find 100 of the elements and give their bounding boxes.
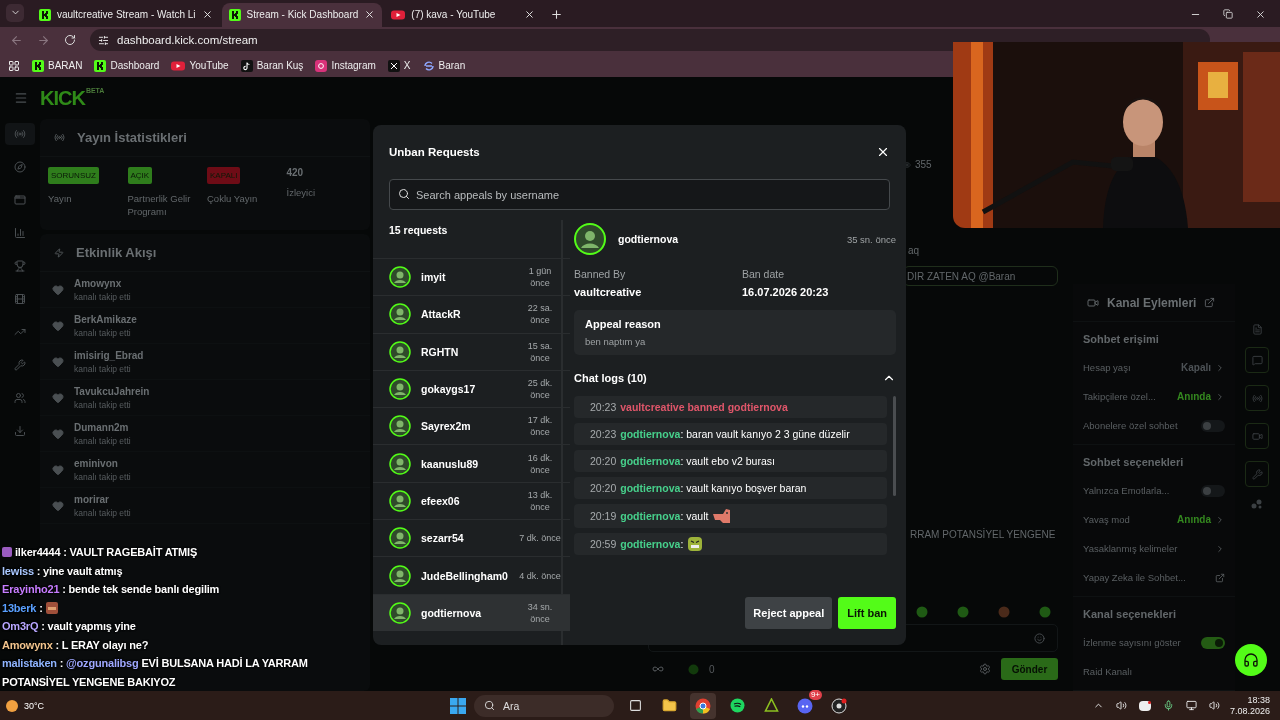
setting-label: İzlenme sayısını göster xyxy=(1083,637,1182,649)
close-button[interactable] xyxy=(876,145,890,159)
setting-label: Yasaklanmış kelimeler xyxy=(1083,543,1179,555)
emote-icon[interactable] xyxy=(916,606,928,619)
emote-icon[interactable] xyxy=(998,606,1010,619)
request-item[interactable]: AttackR 22 sa. önce xyxy=(373,295,570,333)
taskbar-search[interactable]: Ara xyxy=(474,694,614,717)
broadcast-button[interactable] xyxy=(1245,385,1269,412)
taskbar-clock[interactable]: 18:38 7.08.2026 xyxy=(1229,694,1270,717)
request-item[interactable]: kaanuslu89 16 dk. önce xyxy=(373,444,570,482)
search-field[interactable]: Search appeals by username xyxy=(389,179,890,210)
emote-icon[interactable] xyxy=(957,606,969,619)
restore-icon[interactable] xyxy=(1223,9,1233,19)
request-time: 7 dk. önce xyxy=(518,532,562,545)
user-avatar xyxy=(389,266,411,289)
close-icon[interactable] xyxy=(1255,9,1266,20)
request-item[interactable]: RGHTN 15 sa. önce xyxy=(373,332,570,370)
browser-tab[interactable]: vaultcreative Stream - Watch Li xyxy=(32,3,220,27)
close-icon[interactable] xyxy=(364,9,376,21)
bookmark[interactable]: X xyxy=(387,59,411,72)
coin-count: 0 xyxy=(709,663,715,675)
chevron-right-icon[interactable] xyxy=(1215,391,1225,402)
status-badge: AÇIK xyxy=(127,167,153,185)
chat-app-icon xyxy=(797,697,813,714)
folder-icon xyxy=(661,698,677,714)
overlay-chat-message: Erayinho21 : bende tek sende banlı degilim xyxy=(2,582,220,597)
apps-icon[interactable] xyxy=(8,59,20,72)
search-icon xyxy=(398,188,410,200)
speaker-icon[interactable] xyxy=(1115,700,1127,712)
close-icon[interactable] xyxy=(524,9,536,21)
sidebar-button[interactable] xyxy=(5,123,35,146)
forward-icon[interactable] xyxy=(37,33,50,47)
bookmark[interactable]: Baran Kuş xyxy=(240,59,304,72)
log-message: 20:20 godtiernova: vault kanıyo boşver baran xyxy=(590,481,807,496)
bookmark[interactable]: YouTube xyxy=(171,59,229,72)
toggle-switch[interactable] xyxy=(1201,484,1225,497)
reload-icon[interactable] xyxy=(64,34,76,47)
event-text: kanalı takip etti xyxy=(74,471,131,482)
microphone-icon[interactable] xyxy=(1162,700,1174,712)
discord-tray-icon[interactable] xyxy=(1138,700,1151,711)
site-settings-icon[interactable] xyxy=(98,34,109,46)
dots-icon[interactable] xyxy=(1251,499,1263,510)
kick-logo-icon xyxy=(94,59,107,72)
request-item[interactable]: gokaygs17 25 dk. önce xyxy=(373,369,570,408)
user-avatar xyxy=(389,601,411,624)
chat-message: aq xyxy=(908,245,920,257)
request-item[interactable]: Sayrex2m 17 dk. önce xyxy=(373,407,570,445)
request-item[interactable]: JudeBellingham0 4 dk. önce xyxy=(373,556,570,594)
request-item[interactable]: sezarr54 7 dk. önce xyxy=(373,519,570,557)
close-icon[interactable] xyxy=(201,9,213,21)
chevron-right-icon[interactable] xyxy=(1215,543,1225,554)
windows-start-icon[interactable] xyxy=(450,697,466,714)
chevron-right-icon[interactable] xyxy=(1215,514,1225,525)
setting-value: Kapalı xyxy=(1181,362,1211,374)
emote-icon[interactable] xyxy=(1039,606,1051,619)
network-icon[interactable] xyxy=(1185,700,1197,712)
external-link-icon[interactable] xyxy=(1215,572,1225,583)
reject-appeal-button[interactable]: Reject appeal xyxy=(745,597,833,629)
request-item[interactable]: imyit 1 gün önce xyxy=(373,258,570,296)
camera-button[interactable] xyxy=(1245,423,1269,450)
settings-icon[interactable] xyxy=(979,663,991,676)
request-item[interactable]: efeex06 13 dk. önce xyxy=(373,481,570,520)
field-label: Ban date xyxy=(742,268,786,280)
tab-list-button[interactable] xyxy=(6,4,24,22)
wrench-button[interactable] xyxy=(1245,461,1269,488)
card-title: Yayın İstatistikleri xyxy=(77,130,187,146)
toggle-switch[interactable] xyxy=(1201,636,1225,649)
username: efeex06 xyxy=(421,494,461,507)
toggle-switch[interactable] xyxy=(1201,419,1225,432)
viewer-count: 355 xyxy=(915,159,932,171)
browser-tab[interactable]: (7) kava - YouTube xyxy=(384,3,543,27)
volume-icon[interactable] xyxy=(1208,700,1220,712)
chevron-right-icon[interactable] xyxy=(1215,362,1225,373)
address-bar[interactable]: dashboard.kick.com/stream xyxy=(90,29,1210,52)
overlay-chat-message: lewiss : yine vault atmış xyxy=(2,563,123,579)
popout-icon[interactable] xyxy=(1204,297,1216,309)
document-icon[interactable] xyxy=(1251,324,1263,336)
back-icon[interactable] xyxy=(10,33,23,47)
username: Sayrex2m xyxy=(421,420,472,433)
music-note-icon xyxy=(240,59,253,72)
lift-ban-button[interactable]: Lift ban xyxy=(838,597,896,629)
chat-logs-title: Chat logs (10) xyxy=(574,372,647,384)
chat-message: RRAM POTANSİYEL YENGENE xyxy=(910,529,1056,541)
bookmark[interactable]: BARAN xyxy=(32,59,83,72)
request-item[interactable]: godtiernova 34 sn. önce xyxy=(373,593,570,631)
chrome-button[interactable] xyxy=(690,692,716,719)
emoji-icon[interactable] xyxy=(1034,632,1045,644)
music-app-icon xyxy=(729,698,745,714)
reason-title: Appeal reason xyxy=(585,318,662,330)
overlay-chat-message: malistaken : @ozgunalibsg EVİ BULSANA HADİ LA YARRAM POTANSİYEL YENGENE BAKIYOZ xyxy=(2,656,309,690)
broadcast-icon xyxy=(1251,392,1263,404)
username: gokaygs17 xyxy=(421,383,477,396)
bookmark[interactable]: Dashboard xyxy=(94,59,160,72)
chat-button[interactable] xyxy=(1245,347,1269,374)
bookmark[interactable]: Instagram xyxy=(315,59,376,72)
user-avatar xyxy=(389,489,411,512)
bookmark[interactable]: Baran xyxy=(422,59,466,72)
browser-tab[interactable]: Stream - Kick Dashboard xyxy=(221,3,383,27)
menu-icon[interactable] xyxy=(14,91,28,106)
new-tab-icon[interactable] xyxy=(550,8,564,21)
